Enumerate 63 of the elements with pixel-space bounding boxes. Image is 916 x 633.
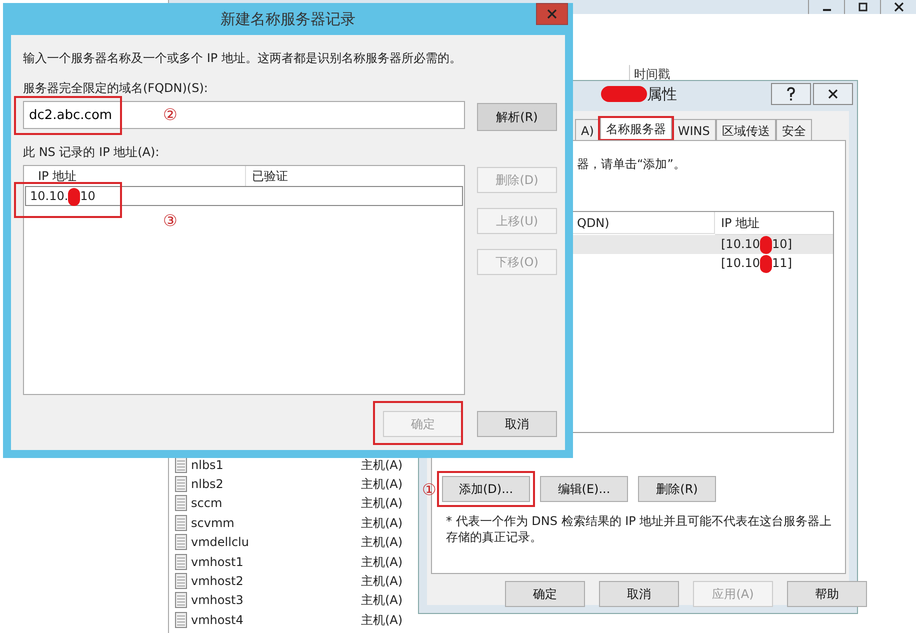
ip-cell: [10.10 11] — [721, 254, 792, 273]
record-icon — [175, 495, 187, 512]
field-label: 服务器完全限定的域名(FQDN)(S): — [23, 80, 208, 97]
record-type: 主机(A) — [361, 476, 403, 494]
ip-entry-field[interactable]: 10.10. 10 — [25, 186, 463, 206]
tab[interactable]: 安全 — [776, 119, 812, 140]
tab[interactable]: A) — [575, 119, 600, 140]
record-icon — [175, 476, 187, 492]
dialog-button[interactable]: 取消 — [599, 581, 679, 607]
record-icon — [175, 612, 187, 628]
callout-number: ① — [422, 479, 436, 501]
record-icon — [175, 554, 187, 570]
record-icon — [175, 456, 187, 473]
record-icon — [175, 534, 187, 550]
column-header[interactable]: 已验证 — [246, 166, 464, 186]
callout-number: ② — [163, 104, 178, 126]
note-text: * 代表一个作为 DNS 检索结果的 IP 地址并且可能不代表在这台服务器上存储的真正记录。 — [446, 513, 833, 545]
instruction-text: 器，请单击“添加”。 — [577, 156, 686, 173]
dialog-title: 属性 — [647, 84, 677, 105]
tab[interactable]: 区域传送 — [716, 119, 776, 140]
redaction-mark — [760, 254, 772, 273]
dialog-button[interactable]: 确定 — [505, 581, 585, 607]
intro-text: 输入一个服务器名称及一个或多个 IP 地址。这两者都是识别名称服务器所必需的。 — [23, 50, 462, 67]
callout-number: ③ — [163, 210, 178, 232]
close-icon — [828, 89, 838, 100]
record-type: 主机(A) — [361, 534, 403, 552]
close-icon — [547, 9, 557, 20]
record-type: 主机(A) — [361, 495, 403, 512]
record-icon — [175, 592, 187, 608]
record-name[interactable]: nlbs1 — [191, 456, 361, 474]
record-name[interactable]: vmhost4 — [191, 610, 361, 629]
record-name[interactable]: scvmm — [191, 514, 361, 532]
record-name[interactable]: vmhost1 — [191, 552, 361, 571]
close-button[interactable] — [813, 83, 853, 105]
tab[interactable]: WINS — [672, 119, 716, 140]
help-icon — [786, 87, 796, 102]
dialog-title: 新建名称服务器记录 — [220, 8, 356, 30]
field-label: 此 NS 记录的 IP 地址(A): — [23, 144, 160, 161]
record-icon — [175, 514, 187, 531]
record-name[interactable]: vmhost3 — [191, 591, 361, 610]
help-button[interactable] — [771, 83, 811, 105]
action-button[interactable]: 删除(R) — [638, 476, 716, 502]
record-name[interactable]: vmdellclu — [191, 533, 361, 552]
redaction-mark — [68, 188, 80, 206]
tab[interactable]: 名称服务器 — [600, 117, 672, 140]
resolve-button[interactable]: 解析(R) — [477, 103, 557, 131]
record-type: 主机(A) — [361, 514, 403, 532]
action-button[interactable]: 添加(D)... — [442, 476, 530, 502]
dialog-button[interactable]: 帮助 — [787, 581, 867, 607]
ip-cell: [10.10 10] — [721, 235, 792, 254]
dialog-button[interactable]: 取消 — [477, 411, 557, 437]
record-icon — [175, 573, 187, 590]
action-button[interactable]: 编辑(E)... — [540, 476, 628, 502]
record-name[interactable]: sccm — [191, 494, 361, 512]
record-name[interactable]: vmhost2 — [191, 572, 361, 590]
redaction-mark — [760, 236, 772, 254]
record-name[interactable]: nlbs2 — [191, 475, 361, 494]
record-type: 主机(A) — [361, 612, 403, 629]
record-type: 主机(A) — [361, 573, 403, 590]
redaction-mark — [601, 86, 647, 102]
record-type: 主机(A) — [361, 456, 403, 474]
record-type: 主机(A) — [361, 554, 403, 571]
record-type: 主机(A) — [361, 592, 403, 610]
